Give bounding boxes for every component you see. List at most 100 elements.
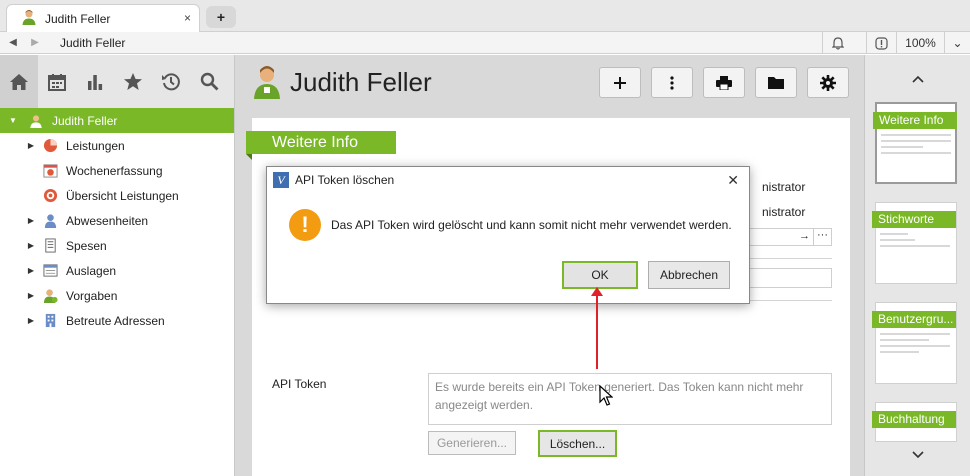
delete-button[interactable]: Löschen...: [538, 430, 617, 457]
address-bar: ◀ ▶ Judith Feller 100% ⌄: [0, 32, 970, 54]
tree-root-label: Judith Feller: [52, 113, 118, 128]
background-field[interactable]: → ···: [748, 228, 832, 246]
expand-right-icon[interactable]: ▶: [26, 266, 36, 275]
arrow-right-icon[interactable]: →: [799, 230, 810, 242]
dialog-titlebar: V API Token löschen ✕: [267, 167, 749, 193]
thumbnail-stichworte[interactable]: Stichworte: [872, 202, 957, 284]
browser-tab[interactable]: Judith Feller ×: [6, 4, 200, 32]
sidebar-item-leistungen[interactable]: ▶ Leistungen: [0, 133, 234, 158]
warning-icon: !: [289, 209, 321, 241]
generate-button[interactable]: Generieren...: [428, 431, 516, 455]
thumbnail-benutzergruppen[interactable]: Benutzergru...: [872, 302, 957, 384]
expand-right-icon[interactable]: ▶: [26, 141, 36, 150]
sidebar-item-label: Übersicht Leistungen: [66, 188, 179, 203]
chevron-down-icon[interactable]: ⌄: [944, 32, 970, 54]
alert-icon[interactable]: [866, 32, 896, 54]
zoom-level[interactable]: 100%: [896, 32, 944, 54]
left-navigation: ▼ Judith Feller ▶ Leistungen Wochenerfas…: [0, 55, 235, 476]
expand-right-icon[interactable]: ▶: [26, 316, 36, 325]
more-options-button[interactable]: [651, 67, 693, 98]
week-entry-icon: [42, 163, 58, 179]
sidebar-item-label: Abwesenheiten: [66, 213, 149, 228]
thumbnail-label: Benutzergru...: [872, 311, 956, 328]
thumbnail-weitere-info[interactable]: Weitere Info: [873, 102, 957, 184]
thumbnail-buchhaltung[interactable]: Buchhaltung: [872, 402, 957, 442]
absence-icon: [42, 213, 58, 229]
settings-button[interactable]: [807, 67, 849, 98]
app-logo-icon: V: [273, 172, 289, 188]
thumbnail-label: Stichworte: [872, 211, 956, 228]
delete-token-dialog: V API Token löschen ✕ ! Das API Token wi…: [266, 166, 750, 304]
dialog-message: Das API Token wird gelöscht und kann som…: [331, 218, 732, 232]
home-icon[interactable]: [0, 55, 38, 108]
tree-root-judith-feller[interactable]: ▼ Judith Feller: [0, 108, 234, 133]
mouse-cursor-icon: [599, 384, 614, 410]
overview-icon: [42, 188, 58, 204]
navigation-tree: ▼ Judith Feller ▶ Leistungen Wochenerfas…: [0, 108, 234, 333]
sidebar-item-label: Spesen: [66, 238, 107, 253]
ok-button[interactable]: OK: [562, 261, 638, 289]
section-thumbnails: Weitere Info Stichworte Benutzergru... B…: [864, 55, 970, 476]
building-icon: [42, 313, 58, 329]
api-token-label: API Token: [272, 377, 327, 391]
expand-right-icon[interactable]: ▶: [26, 291, 36, 300]
thumbnail-preview: [880, 233, 950, 251]
page-header: Judith Feller: [240, 55, 860, 110]
sidebar-item-wochenerfassung[interactable]: Wochenerfassung: [0, 158, 234, 183]
star-icon[interactable]: [114, 55, 152, 108]
user-avatar-icon: [21, 9, 37, 28]
url-text: Judith Feller: [60, 35, 126, 50]
calendar-icon[interactable]: [38, 55, 76, 108]
section-title: Weitere Info: [246, 131, 396, 160]
sidebar-item-label: Vorgaben: [66, 288, 118, 303]
pie-chart-icon: [42, 138, 58, 154]
sidebar-item-abwesenheiten[interactable]: ▶ Abwesenheiten: [0, 208, 234, 233]
targets-icon: [42, 288, 58, 304]
nav-icon-bar: [0, 55, 234, 108]
browser-tab-bar: Judith Feller × +: [0, 0, 970, 32]
bar-chart-icon[interactable]: [76, 55, 114, 108]
thumbnail-label: Weitere Info: [873, 112, 957, 129]
sidebar-item-vorgaben[interactable]: ▶ Vorgaben: [0, 283, 234, 308]
close-icon[interactable]: ✕: [727, 172, 739, 189]
sidebar-item-uebersicht-leistungen[interactable]: Übersicht Leistungen: [0, 183, 234, 208]
add-button[interactable]: [599, 67, 641, 98]
history-icon[interactable]: [152, 55, 190, 108]
background-text: nistrator: [762, 205, 806, 219]
background-text: nistrator: [762, 180, 806, 194]
tab-close-icon[interactable]: ×: [184, 11, 191, 25]
chevron-down-icon[interactable]: [865, 447, 970, 462]
sidebar-item-betreute-adressen[interactable]: ▶ Betreute Adressen: [0, 308, 234, 333]
sidebar-item-label: Wochenerfassung: [66, 163, 163, 178]
sidebar-item-label: Betreute Adressen: [66, 313, 165, 328]
annotation-arrowhead: [591, 287, 603, 296]
bell-icon[interactable]: [822, 32, 852, 54]
sidebar-item-auslagen[interactable]: ▶ Auslagen: [0, 258, 234, 283]
thumbnail-label: Buchhaltung: [872, 411, 956, 428]
thumbnail-preview: [881, 134, 951, 158]
background-field[interactable]: [748, 268, 832, 288]
expand-right-icon[interactable]: ▶: [26, 241, 36, 250]
expand-right-icon[interactable]: ▶: [26, 216, 36, 225]
api-token-field: Es wurde bereits ein API Token generiert…: [428, 373, 832, 425]
page-title: Judith Feller: [290, 67, 432, 97]
cancel-button[interactable]: Abbrechen: [648, 261, 730, 289]
chevron-up-icon[interactable]: [865, 71, 970, 86]
ellipsis-icon[interactable]: ···: [813, 229, 831, 245]
sidebar-item-spesen[interactable]: ▶ Spesen: [0, 233, 234, 258]
back-arrow-icon[interactable]: ◀: [6, 37, 20, 48]
expenses-icon: [42, 238, 58, 254]
expand-down-icon[interactable]: ▼: [8, 116, 18, 125]
user-avatar-icon: [28, 113, 44, 129]
forward-arrow-icon[interactable]: ▶: [28, 37, 42, 48]
annotation-arrow: [596, 290, 598, 369]
new-tab-button[interactable]: +: [206, 6, 236, 28]
user-avatar-icon: [252, 65, 282, 99]
outlays-icon: [42, 263, 58, 279]
search-icon[interactable]: [190, 55, 228, 108]
sidebar-item-label: Auslagen: [66, 263, 117, 278]
print-button[interactable]: [703, 67, 745, 98]
divider: [748, 258, 832, 259]
dialog-title: API Token löschen: [295, 173, 395, 187]
folder-button[interactable]: [755, 67, 797, 98]
